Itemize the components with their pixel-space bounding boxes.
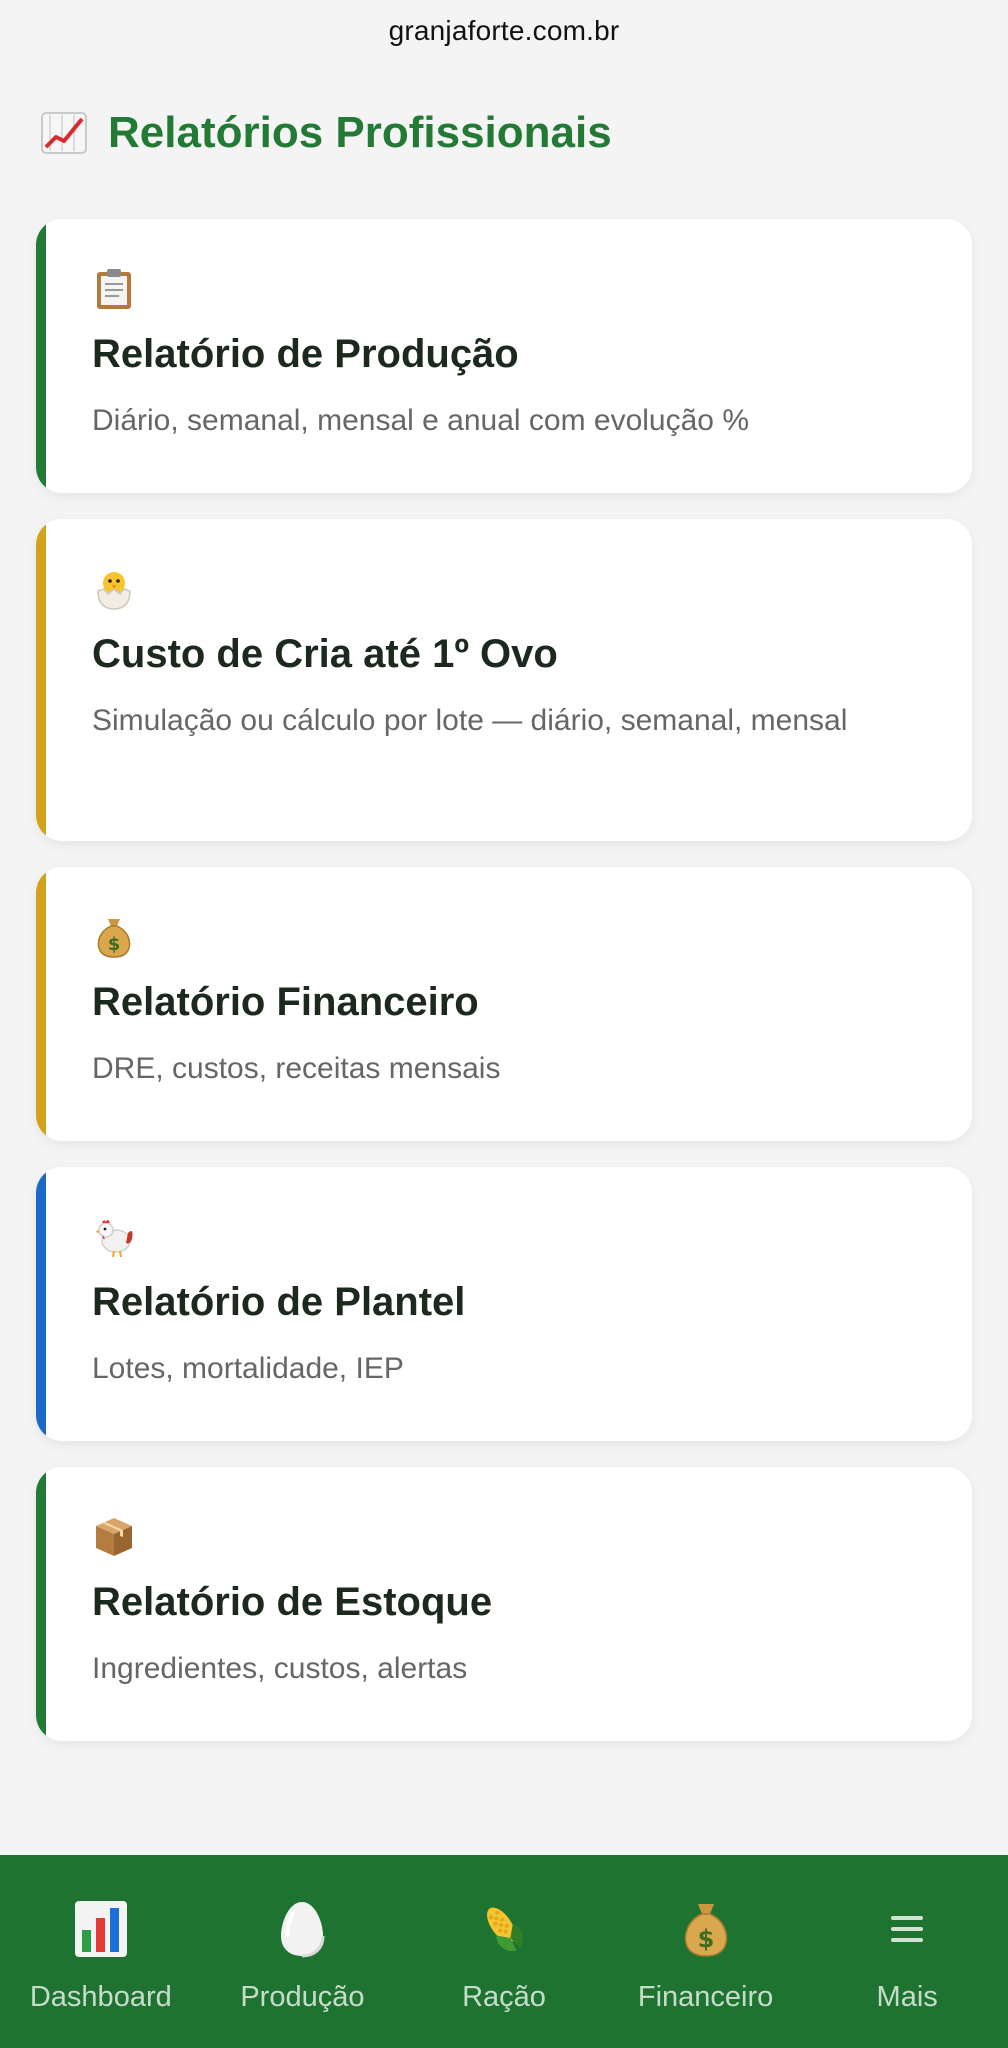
report-card-custo-cria[interactable]: Custo de Cria até 1º Ovo Simulação ou cá… — [36, 519, 972, 841]
corn-icon — [474, 1899, 534, 1959]
money-bag-icon: $ — [676, 1899, 736, 1959]
report-card-estoque[interactable]: Relatório de Estoque Ingredientes, custo… — [36, 1467, 972, 1741]
report-description: Ingredientes, custos, alertas — [92, 1652, 468, 1685]
nav-label: Mais — [876, 1981, 938, 2013]
report-description: Diário, semanal, mensal e anual com evol… — [92, 404, 749, 437]
svg-text:$: $ — [108, 934, 121, 955]
clipboard-icon — [92, 267, 136, 311]
nav-label: Ração — [462, 1981, 546, 2013]
nav-item-mais[interactable]: Mais — [812, 1899, 1002, 2014]
page-title: Relatórios Profissionais — [40, 100, 612, 166]
nav-item-dashboard[interactable]: Dashboard — [6, 1899, 196, 2014]
report-description: Simulação ou cálculo por lote — diário, … — [92, 704, 848, 737]
report-description: Lotes, mortalidade, IEP — [92, 1352, 404, 1385]
report-card-plantel[interactable]: Relatório de Plantel Lotes, mortalidade,… — [36, 1167, 972, 1441]
money-bag-icon: $ — [92, 915, 136, 959]
egg-icon — [272, 1899, 332, 1959]
bottom-nav: Dashboard Produção Ração $ Financeiro Ma… — [0, 1855, 1008, 2048]
report-title: Relatório de Plantel — [92, 1280, 466, 1324]
report-card-financeiro[interactable]: $ Relatório Financeiro DRE, custos, rece… — [36, 867, 972, 1141]
nav-item-producao[interactable]: Produção — [207, 1899, 397, 2014]
hatching-chick-icon — [92, 567, 136, 611]
chart-up-icon — [40, 109, 88, 157]
svg-text:$: $ — [697, 1925, 714, 1953]
page-title-text: Relatórios Profissionais — [108, 108, 612, 157]
rooster-icon — [92, 1215, 136, 1259]
report-card-producao[interactable]: Relatório de Produção Diário, semanal, m… — [36, 219, 972, 493]
report-list: Relatório de Produção Diário, semanal, m… — [36, 219, 972, 1767]
report-description: DRE, custos, receitas mensais — [92, 1052, 501, 1085]
nav-label: Financeiro — [637, 1981, 774, 2013]
nav-item-financeiro[interactable]: $ Financeiro — [611, 1899, 801, 2014]
nav-label: Dashboard — [29, 1981, 172, 2013]
report-title: Relatório de Estoque — [92, 1580, 493, 1624]
bar-chart-icon — [71, 1899, 131, 1959]
package-icon — [92, 1515, 136, 1559]
report-title: Relatório Financeiro — [92, 980, 479, 1024]
nav-label: Produção — [240, 1981, 365, 2013]
nav-item-racao[interactable]: Ração — [409, 1899, 599, 2014]
browser-url[interactable]: granjaforte.com.br — [0, 0, 1008, 62]
report-title: Relatório de Produção — [92, 332, 519, 376]
menu-icon — [877, 1899, 937, 1959]
report-title: Custo de Cria até 1º Ovo — [92, 632, 558, 676]
